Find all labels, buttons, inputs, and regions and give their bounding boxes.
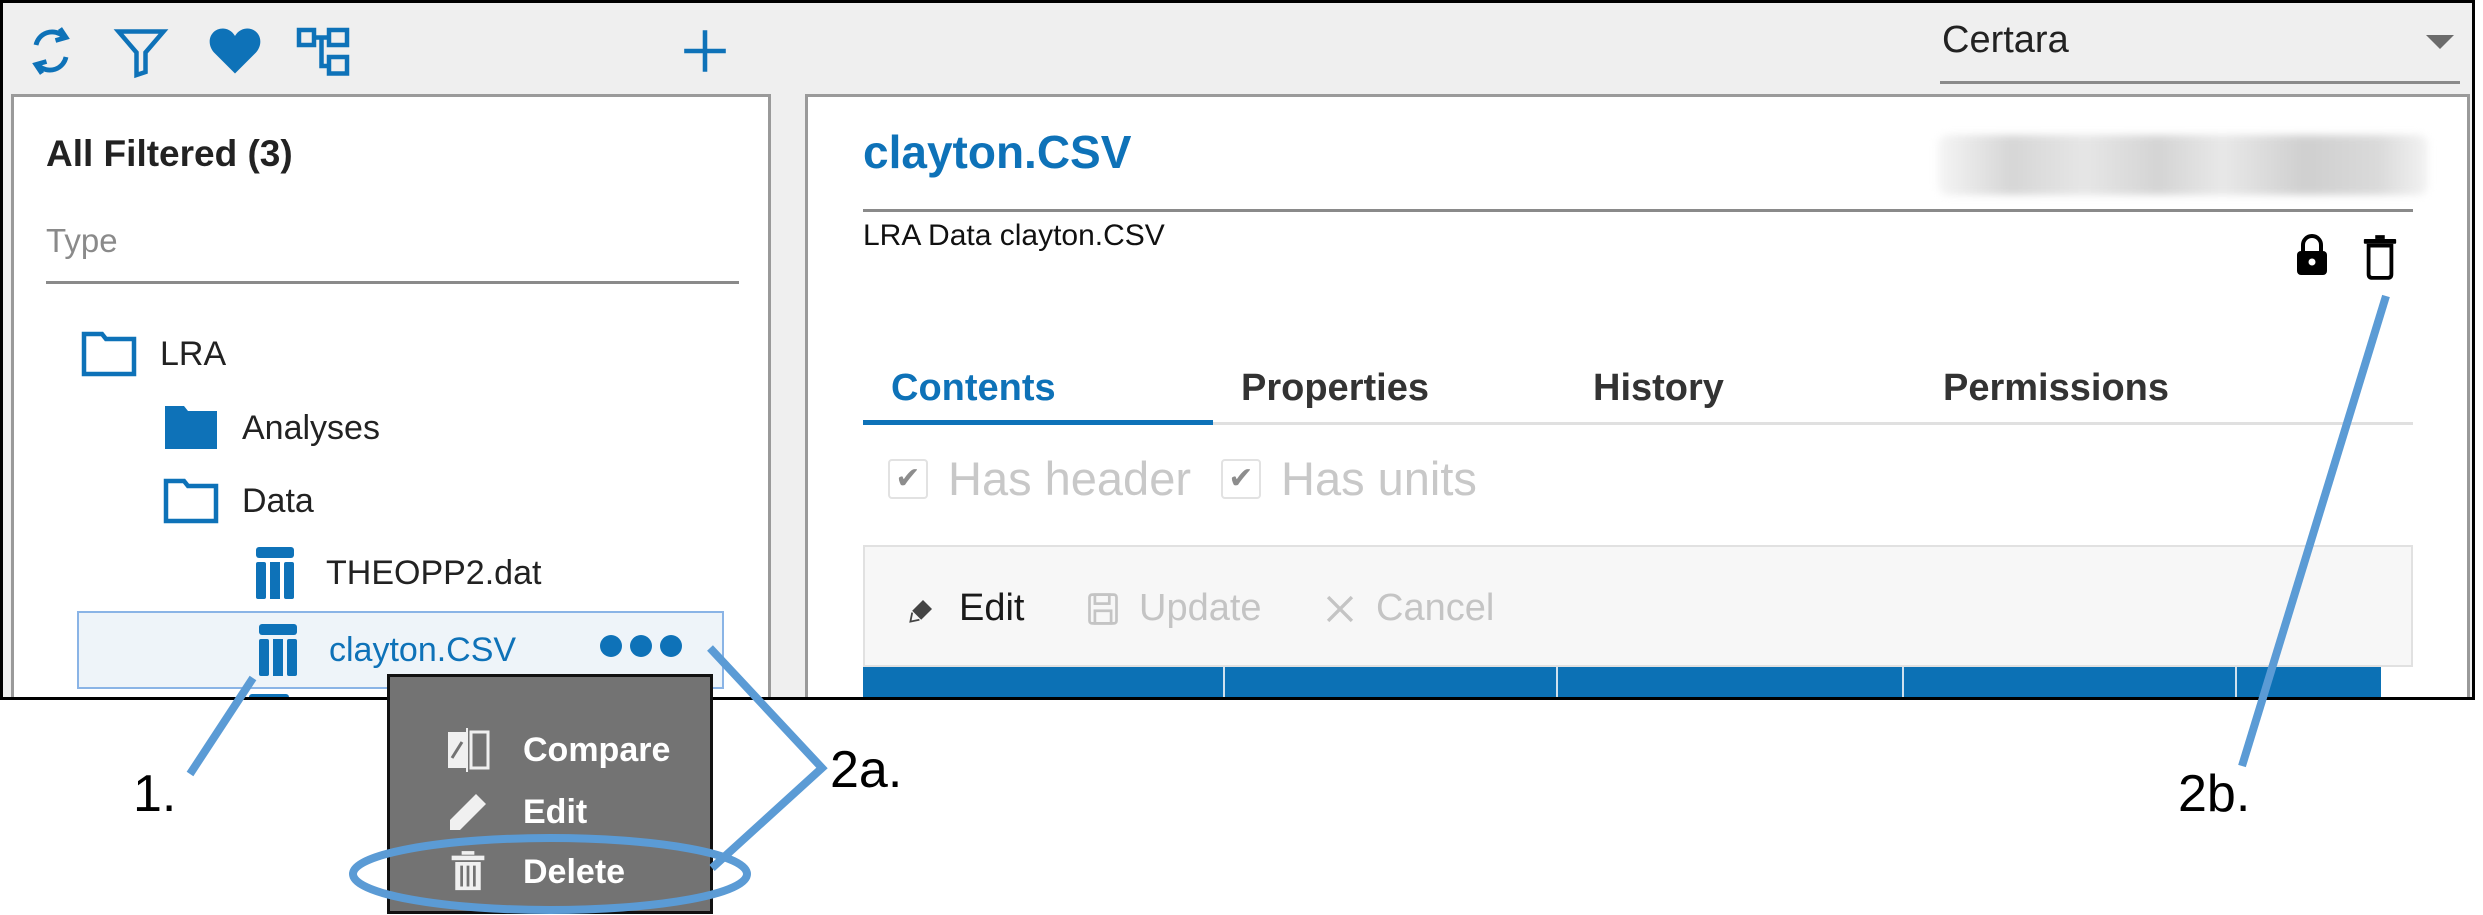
table-icon: [249, 624, 307, 676]
tree-item-analyses[interactable]: Analyses: [162, 393, 380, 463]
grid-update-button[interactable]: Update: [1083, 587, 1262, 630]
lock-icon[interactable]: [2292, 233, 2342, 287]
has-header-label: Has header: [948, 452, 1191, 505]
grid-header: Un: [863, 667, 2381, 697]
table-icon: [246, 547, 304, 599]
menu-item-edit[interactable]: Edit: [445, 789, 587, 835]
chevron-down-icon[interactable]: [2426, 35, 2454, 49]
document-title: clayton.CSV: [863, 126, 1132, 178]
grid-update-label: Update: [1139, 587, 1262, 629]
has-header-checkbox[interactable]: ✔: [888, 458, 928, 499]
refresh-icon[interactable]: [21, 21, 81, 81]
favorites-icon[interactable]: [205, 21, 265, 81]
checkmark-icon: ✔: [895, 461, 921, 495]
menu-item-label: Compare: [523, 730, 671, 769]
content-options: ✔ Has header ✔ Has units: [888, 451, 1507, 506]
tab-properties[interactable]: Properties: [1241, 367, 1429, 422]
tree-item-label: THEOPP2.dat: [326, 553, 542, 592]
annotation-label-1: 1.: [133, 765, 177, 823]
grid-column-header[interactable]: [1904, 667, 2237, 697]
grid-column-header[interactable]: [1558, 667, 1904, 697]
grid-toolbar: Edit Update Cancel: [863, 545, 2413, 667]
filter-icon[interactable]: [111, 21, 171, 81]
menu-item-label: Delete: [523, 852, 626, 891]
annotation-label-2a: 2a.: [830, 741, 903, 799]
tree-item-theopp2[interactable]: THEOPP2.dat: [246, 538, 541, 608]
pencil-icon: [445, 789, 491, 835]
grid-edit-label: Edit: [959, 587, 1025, 629]
compare-icon: [445, 727, 491, 773]
tree-item-label: Analyses: [242, 408, 380, 447]
pencil-icon: [903, 589, 943, 629]
divider: [863, 209, 2413, 212]
grid-cancel-button[interactable]: Cancel: [1320, 587, 1494, 630]
menu-item-delete[interactable]: Delete: [445, 849, 625, 895]
folder-icon: [162, 402, 220, 454]
save-icon: [1083, 589, 1123, 629]
organization-value: Certara: [1942, 19, 2069, 61]
detail-panel: clayton.CSV LRA Data clayton.CSV Content…: [805, 94, 2470, 697]
delete-trash-icon[interactable]: [2361, 233, 2411, 287]
menu-item-label: Edit: [523, 792, 588, 831]
grid-column-header[interactable]: Un: [2237, 667, 2381, 697]
grid-column-header[interactable]: [1225, 667, 1558, 697]
active-tab-indicator: [863, 420, 1213, 425]
browser-panel: All Filtered (3) LRA Analyses Data: [11, 94, 771, 697]
tab-permissions[interactable]: Permissions: [1943, 367, 2169, 422]
tree-item-lra[interactable]: LRA: [80, 319, 226, 389]
menu-item-compare[interactable]: Compare: [445, 727, 670, 773]
hierarchy-icon[interactable]: [293, 21, 353, 81]
type-filter-input[interactable]: [46, 211, 739, 271]
grid-edit-button[interactable]: Edit: [903, 587, 1024, 630]
folder-open-icon: [80, 328, 138, 380]
folder-open-icon: [162, 475, 220, 527]
tree-item-label: LRA: [160, 334, 227, 373]
app-window: Certara All Filtered (3) LRA Analyses Da…: [0, 0, 2475, 700]
detail-tabs: Contents Properties History Permissions: [863, 367, 2413, 425]
add-icon[interactable]: [679, 25, 731, 77]
grid-cancel-label: Cancel: [1376, 587, 1495, 629]
type-filter[interactable]: [46, 211, 739, 284]
tree-item-data[interactable]: Data: [162, 466, 314, 536]
organization-select[interactable]: Certara: [1940, 9, 2460, 84]
annotation-label-2b: 2b.: [2178, 765, 2251, 823]
trash-icon: [445, 849, 491, 895]
tree-item-label: clayton.CSV: [329, 630, 517, 669]
more-options-icon[interactable]: [600, 635, 682, 657]
panel-title: All Filtered (3): [46, 133, 293, 174]
has-units-label: Has units: [1281, 452, 1477, 505]
grid-column-header[interactable]: [863, 667, 1225, 697]
tree-item-label: Data: [242, 481, 314, 520]
context-menu: Compare Edit Delete: [387, 674, 713, 914]
redacted-info: [1938, 135, 2428, 195]
has-units-checkbox[interactable]: ✔: [1221, 458, 1261, 499]
tab-history[interactable]: History: [1593, 367, 1724, 422]
close-icon: [1320, 589, 1360, 629]
table-icon: [249, 694, 289, 697]
document-path: LRA Data clayton.CSV: [863, 219, 1165, 252]
checkmark-icon: ✔: [1228, 461, 1254, 495]
tab-contents[interactable]: Contents: [891, 367, 1056, 422]
